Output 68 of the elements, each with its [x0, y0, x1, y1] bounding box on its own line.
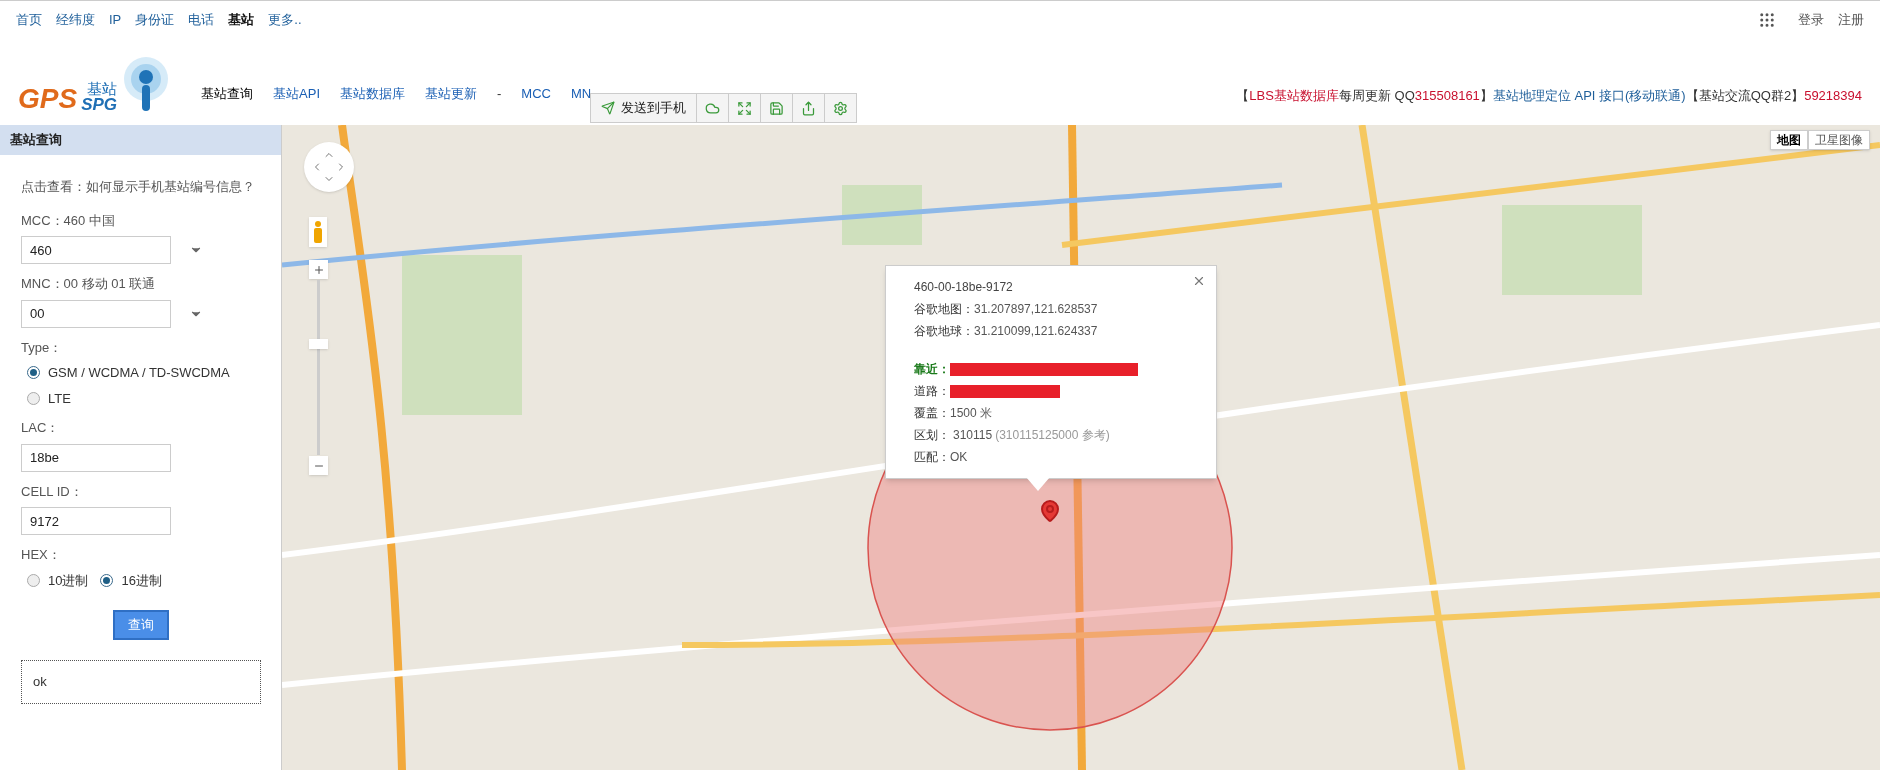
top-nav-link[interactable]: 基站: [228, 10, 255, 30]
info-label: 覆盖：: [914, 405, 950, 422]
field-label: HEX：: [21, 546, 62, 564]
top-nav-link[interactable]: 更多..: [268, 10, 302, 30]
sub-nav-link[interactable]: MN: [570, 83, 592, 103]
field-label: Type：: [21, 338, 64, 357]
field-label: MCC：460 中国: [21, 211, 116, 230]
field-label: CELL ID：: [21, 482, 84, 501]
apps-grid-icon[interactable]: [1758, 11, 1776, 29]
radio-button[interactable]: [27, 573, 40, 587]
zoom-slider-handle[interactable]: [309, 339, 328, 350]
input-field[interactable]: 9172: [21, 507, 171, 535]
top-nav-link[interactable]: 首页: [16, 10, 42, 30]
info-value: 310115: [953, 427, 993, 444]
info-value: 1500 米: [950, 405, 993, 422]
radio-label: GSM / WCDMA / TD-SWCDMA: [48, 364, 230, 382]
info-value: OK: [950, 449, 968, 466]
close-icon[interactable]: [1192, 274, 1206, 288]
sub-nav-link[interactable]: MCC: [521, 83, 551, 103]
cell-id-text: 460-00-18be-9172: [914, 279, 1014, 296]
separator-text: -: [497, 84, 502, 103]
input-field[interactable]: 00: [21, 299, 171, 328]
help-link[interactable]: 点击查看：如何显示手机基站编号信息？: [21, 177, 260, 197]
send-icon: [601, 101, 615, 115]
info-value: 31.210099,121.624337: [974, 323, 1098, 340]
info-value: 31.207897,121.628537: [974, 301, 1098, 318]
gear-icon: [833, 100, 848, 116]
share-icon: [801, 100, 816, 116]
expand-icon: [737, 100, 752, 116]
input-field[interactable]: 18be: [21, 443, 171, 472]
panel-title: 基站查询: [10, 131, 62, 150]
info-note: (310115125000 参考): [995, 427, 1110, 444]
info-label: 靠近：: [914, 361, 950, 378]
radio-button[interactable]: [27, 391, 40, 405]
result-text: ok: [33, 673, 47, 692]
top-nav-link[interactable]: IP: [109, 10, 122, 30]
info-label: 匹配：: [914, 449, 950, 466]
field-label: LAC：: [21, 419, 61, 437]
radio-label: 16进制: [121, 571, 162, 590]
send-to-phone-button[interactable]: 发送到手机: [591, 94, 697, 122]
info-label: 谷歌地图：: [914, 301, 974, 318]
top-nav-link[interactable]: 电话: [188, 10, 215, 30]
top-nav-link[interactable]: 身份证: [135, 10, 175, 30]
street-view-person-icon[interactable]: [309, 217, 327, 247]
sub-nav-link[interactable]: 基站数据库: [340, 83, 405, 103]
login-link[interactable]: 登录: [1798, 10, 1824, 30]
zoom-out-button[interactable]: [309, 456, 328, 475]
radio-button[interactable]: [27, 366, 40, 380]
info-label: 区划：: [914, 427, 950, 444]
map-type-tab[interactable]: 卫星图像: [1808, 130, 1870, 150]
info-label: 谷歌地球：: [914, 323, 974, 340]
register-link[interactable]: 注册: [1838, 10, 1864, 30]
sub-nav-link[interactable]: 基站查询: [201, 83, 254, 103]
cloud-icon: [705, 100, 720, 116]
promo-text: 【LBS基站数据库每周更新 QQ315508161】基站地理定位 API 接口(移动联通)【基站交流QQ群2】59218394: [1236, 86, 1862, 105]
zoom-in-button[interactable]: [309, 260, 328, 279]
radio-label: LTE: [48, 389, 71, 408]
api-link[interactable]: 基站地理定位 API 接口(移动联通): [1492, 87, 1686, 103]
plus-icon: [312, 263, 325, 276]
top-nav-link[interactable]: 经纬度: [56, 10, 95, 30]
radio-button[interactable]: [100, 573, 114, 587]
sub-nav-link[interactable]: 基站API: [273, 83, 320, 103]
input-field[interactable]: 460: [21, 236, 171, 264]
info-label: 道路：: [914, 383, 950, 400]
radio-label: 10进制: [48, 571, 89, 590]
field-label: MNC：00 移动 01 联通: [21, 275, 157, 293]
sub-nav-link[interactable]: 基站更新: [425, 83, 477, 103]
map-type-tab[interactable]: 地图: [1770, 130, 1808, 150]
